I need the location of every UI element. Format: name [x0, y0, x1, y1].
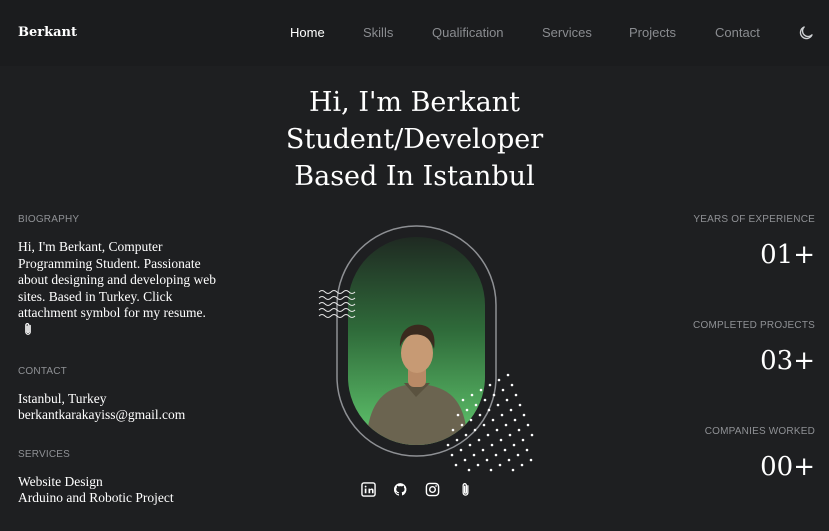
moon-icon[interactable]: [797, 24, 815, 42]
nav-projects[interactable]: Projects: [629, 25, 676, 40]
github-icon[interactable]: [393, 482, 408, 497]
top-navbar: Berkant Home Skills Qualification Servic…: [0, 0, 829, 66]
stat-label-experience: YEARS OF EXPERIENCE: [693, 214, 815, 225]
resume-paperclip-icon[interactable]: [22, 322, 34, 336]
stat-label-companies: COMPANIES WORKED: [704, 426, 815, 437]
hero-line-1: Hi, I'm Berkant: [308, 87, 521, 118]
dot-pattern-decoration: [446, 373, 534, 472]
stat-value-projects: 03+: [760, 346, 815, 376]
contact-label: CONTACT: [18, 366, 67, 377]
stat-value-experience: 01+: [760, 240, 815, 270]
stat-label-projects: COMPLETED PROJECTS: [693, 320, 815, 331]
instagram-icon[interactable]: [425, 482, 440, 497]
nav-services[interactable]: Services: [542, 25, 592, 40]
main-nav: Home Skills Qualification Services Proje…: [0, 25, 829, 45]
paperclip-icon[interactable]: [458, 482, 473, 497]
wavy-lines-decoration: [318, 290, 356, 318]
biography-label: BIOGRAPHY: [18, 214, 80, 225]
stat-value-companies: 00+: [760, 452, 815, 482]
hero-line-2: Student/Developer: [285, 124, 544, 155]
contact-email[interactable]: berkantkarakayiss@gmail.com: [18, 407, 185, 423]
services-label: SERVICES: [18, 449, 70, 460]
nav-contact[interactable]: Contact: [715, 25, 760, 40]
contact-location: Istanbul, Turkey: [18, 391, 107, 406]
linkedin-icon[interactable]: [361, 482, 376, 497]
hero-heading: Hi, I'm Berkant Student/Developer Based …: [0, 84, 829, 195]
nav-qualification[interactable]: Qualification: [432, 25, 504, 40]
biography-body: Hi, I'm Berkant, Computer Programming St…: [18, 239, 216, 320]
nav-home[interactable]: Home: [290, 25, 325, 40]
biography-text: Hi, I'm Berkant, Computer Programming St…: [18, 239, 218, 339]
hero-line-3: Based In Istanbul: [294, 161, 535, 192]
profile-portrait: [318, 225, 534, 472]
social-links: [0, 482, 829, 498]
nav-skills[interactable]: Skills: [363, 25, 393, 40]
